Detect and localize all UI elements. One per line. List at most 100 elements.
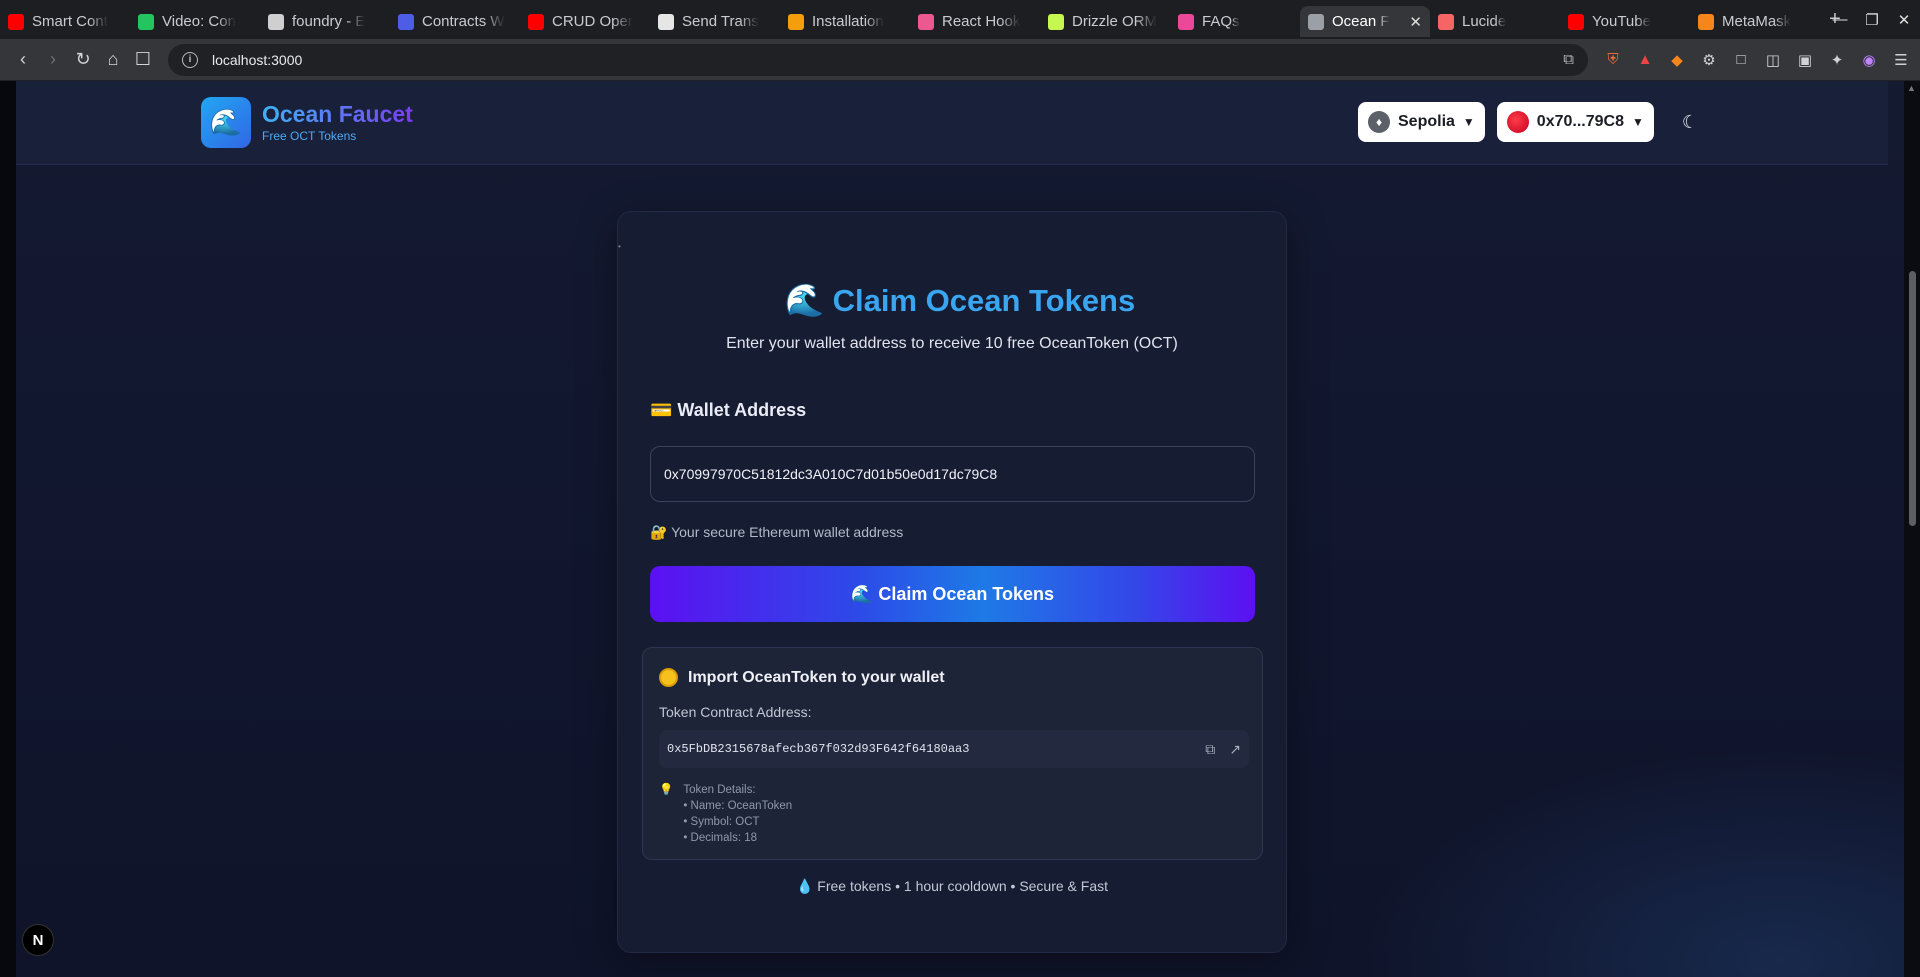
wallet-address-input[interactable] bbox=[650, 446, 1255, 502]
reload-icon[interactable]: ↻ bbox=[68, 49, 98, 70]
wave-icon: 🌊 bbox=[784, 282, 825, 318]
lightbulb-icon: 💡 bbox=[659, 784, 674, 796]
account-button[interactable]: 0x70...79C8 ▼ bbox=[1496, 102, 1654, 142]
brand-title: Ocean Faucet bbox=[262, 100, 413, 127]
token-detail-symbol: • Symbol: OCT bbox=[683, 816, 760, 828]
back-icon[interactable]: ‹ bbox=[8, 49, 38, 70]
chevron-down-icon: ▼ bbox=[1631, 115, 1644, 129]
site-header: 🌊 Ocean Faucet Free OCT Tokens ♦ Sepolia… bbox=[16, 81, 1888, 165]
close-window-icon[interactable]: ✕ bbox=[1888, 11, 1920, 29]
zeppelin-icon bbox=[398, 13, 414, 30]
video-icon bbox=[138, 13, 154, 30]
brand[interactable]: 🌊 Ocean Faucet Free OCT Tokens bbox=[201, 97, 413, 148]
browser-tab-label: Lucide bbox=[1462, 13, 1507, 30]
browser-tab-label: foundry - E bbox=[292, 13, 366, 30]
browser-tab[interactable]: YouTube bbox=[1560, 6, 1690, 37]
left-edge bbox=[0, 81, 16, 977]
browser-tab-label: Ocean F bbox=[1332, 13, 1390, 30]
faucet-footer-note: 💧 Free tokens • 1 hour cooldown • Secure… bbox=[795, 878, 1109, 894]
browser-tab[interactable]: Video: Con bbox=[130, 6, 260, 37]
page-viewport: 🌊 Ocean Faucet Free OCT Tokens ♦ Sepolia… bbox=[0, 81, 1920, 977]
close-tab-icon[interactable]: ✕ bbox=[1409, 13, 1422, 31]
sidebar-toggle-icon[interactable]: ◫ bbox=[1764, 51, 1782, 69]
youtube-icon bbox=[1568, 13, 1584, 30]
drizzle-icon bbox=[1048, 13, 1064, 30]
scrollbar-thumb[interactable] bbox=[1909, 271, 1916, 526]
minimize-icon[interactable]: — bbox=[1824, 11, 1856, 28]
browser-tab[interactable]: Contracts W bbox=[390, 6, 520, 37]
home-icon[interactable]: ⌂ bbox=[98, 49, 128, 70]
import-title: Import OceanToken to your wallet bbox=[659, 668, 945, 687]
leo-ai-icon[interactable]: ✦ bbox=[1828, 51, 1846, 69]
browser-toolbar: ‹ › ↻ ⌂ ☐ i localhost:3000 ⧉ ⛨ ▲ ◆ ⚙ □ ◫… bbox=[0, 39, 1920, 81]
browser-tab[interactable]: Drizzle ORM bbox=[1040, 6, 1170, 37]
nextjs-dev-badge[interactable]: N bbox=[22, 924, 54, 956]
url-text: localhost:3000 bbox=[212, 51, 303, 68]
browser-tab-bar: Smart Cont Video: Con foundry - E Contracts… bbox=[0, 0, 1920, 39]
account-avatar bbox=[1506, 111, 1529, 133]
wallet-icon[interactable]: ▣ bbox=[1796, 51, 1814, 69]
page-scrollbar[interactable]: ▲ bbox=[1904, 81, 1920, 977]
rainbow-icon bbox=[788, 13, 804, 30]
browser-tab[interactable]: Installation bbox=[780, 6, 910, 37]
foundry-icon bbox=[268, 13, 284, 30]
external-link-icon[interactable]: ↗ bbox=[1229, 741, 1241, 758]
extensions-puzzle-icon[interactable]: ⚙ bbox=[1700, 51, 1718, 69]
contract-address[interactable]: 0x5FbDB2315678afecb367f032d93F642f64180a… bbox=[667, 742, 969, 756]
claim-tokens-button[interactable]: 🌊 Claim Ocean Tokens bbox=[650, 566, 1255, 622]
wallet-address-label: 💳 Wallet Address bbox=[650, 400, 807, 420]
token-detail-decimals: • Decimals: 18 bbox=[683, 832, 758, 844]
browser-tab-label: Video: Con bbox=[162, 13, 236, 30]
moon-icon[interactable]: ☾ bbox=[1682, 112, 1698, 133]
window-controls: — ❐ ✕ bbox=[1824, 0, 1920, 39]
browser-tab[interactable]: MetaMask bbox=[1690, 6, 1820, 37]
globe-icon bbox=[1308, 13, 1324, 30]
site-info-icon[interactable]: i bbox=[182, 51, 198, 68]
import-title-text: Import OceanToken to your wallet bbox=[688, 668, 945, 686]
brave-shield-icon[interactable]: ⛨ bbox=[1604, 51, 1622, 68]
import-token-panel: Import OceanToken to your wallet Token C… bbox=[642, 647, 1263, 860]
address-bar[interactable]: i localhost:3000 ⧉ bbox=[168, 43, 1588, 76]
share-icon[interactable]: ⧉ bbox=[1563, 51, 1574, 68]
metamask-extension-icon[interactable]: ◆ bbox=[1668, 51, 1686, 69]
browser-tab-label: React Hook bbox=[942, 13, 1021, 30]
tab-strip: Smart Cont Video: Con foundry - E Contracts… bbox=[0, 2, 1820, 37]
menu-icon[interactable]: ☰ bbox=[1892, 51, 1910, 69]
browser-tab-label: FAQs bbox=[1202, 13, 1240, 30]
account-address: 0x70...79C8 bbox=[1536, 113, 1624, 130]
network-selector[interactable]: ♦ Sepolia ▼ bbox=[1358, 102, 1485, 142]
wallet-address-hint: 🔐 Your secure Ethereum wallet address bbox=[650, 524, 904, 540]
wagmi-icon bbox=[658, 13, 674, 30]
wave-logo-icon: 🌊 bbox=[201, 97, 251, 148]
copy-icon[interactable]: ⧉ bbox=[1205, 741, 1215, 758]
browser-tab[interactable]: CRUD Oper bbox=[520, 6, 650, 37]
browser-tab[interactable]: Smart Cont bbox=[0, 6, 130, 37]
tab-search-icon[interactable]: □ bbox=[1732, 51, 1750, 68]
contract-address-row: 0x5FbDB2315678afecb367f032d93F642f64180a… bbox=[659, 730, 1249, 768]
vpn-icon[interactable]: ◉ bbox=[1860, 51, 1878, 69]
token-details-heading: Token Details: bbox=[683, 784, 756, 796]
browser-tab[interactable]: Send Trans bbox=[650, 6, 780, 37]
react-hook-form-icon bbox=[918, 13, 934, 30]
gear-icon bbox=[1178, 13, 1194, 30]
chevron-down-icon: ▼ bbox=[1462, 115, 1475, 129]
browser-tab[interactable]: Ocean F ✕ bbox=[1300, 6, 1430, 37]
brave-rewards-icon[interactable]: ▲ bbox=[1636, 51, 1654, 68]
brand-subtitle: Free OCT Tokens bbox=[262, 129, 357, 144]
bookmark-icon[interactable]: ☐ bbox=[128, 49, 158, 70]
scroll-up-icon[interactable]: ▲ bbox=[1907, 83, 1916, 93]
lucide-icon bbox=[1438, 13, 1454, 30]
browser-tab-label: Smart Cont bbox=[32, 13, 108, 30]
browser-tab[interactable]: FAQs bbox=[1170, 6, 1300, 37]
forward-icon[interactable]: › bbox=[38, 49, 68, 70]
browser-tab-label: Contracts W bbox=[422, 13, 505, 30]
browser-tab-label: CRUD Oper bbox=[552, 13, 633, 30]
claim-title-text: Claim Ocean Tokens bbox=[832, 283, 1136, 318]
token-detail-name: • Name: OceanToken bbox=[683, 800, 793, 812]
browser-tab-label: YouTube bbox=[1592, 13, 1651, 30]
browser-tab[interactable]: React Hook bbox=[910, 6, 1040, 37]
maximize-icon[interactable]: ❐ bbox=[1856, 11, 1888, 29]
metamask-icon bbox=[1698, 13, 1714, 30]
browser-tab[interactable]: foundry - E bbox=[260, 6, 390, 37]
browser-tab[interactable]: Lucide bbox=[1430, 6, 1560, 37]
